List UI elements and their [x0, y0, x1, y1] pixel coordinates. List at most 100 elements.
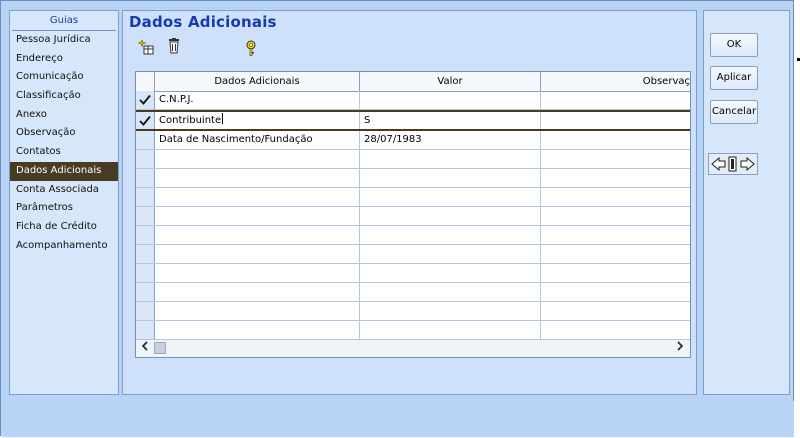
row-indicator [136, 302, 155, 320]
tab-list: Pessoa Jurídica Endereço Comunicação Cla… [10, 31, 118, 255]
tab-acompanhamento[interactable]: Acompanhamento [10, 237, 118, 256]
empty-row[interactable] [136, 188, 690, 207]
row-indicator [136, 150, 155, 168]
scroll-right-button[interactable] [672, 340, 688, 356]
empty-cell[interactable] [360, 207, 541, 225]
cell-dado[interactable]: Data de Nascimento/Fundação [155, 131, 360, 149]
scroll-thumb[interactable] [154, 342, 166, 354]
cell-dado[interactable]: C.N.P.J. [155, 91, 360, 109]
additional-data-grid: Dados Adicionais Valor Observaç C.N.P.J. [135, 71, 691, 358]
ok-button[interactable]: OK [710, 33, 758, 57]
empty-cell[interactable] [360, 188, 541, 206]
tab-ficha-de-credito[interactable]: Ficha de Crédito [10, 218, 118, 237]
empty-cell[interactable] [155, 188, 360, 206]
empty-row[interactable] [136, 169, 690, 188]
column-header-valor[interactable]: Valor [360, 72, 541, 91]
cell-valor[interactable] [360, 91, 541, 109]
trash-icon [169, 38, 179, 54]
empty-cell[interactable] [155, 169, 360, 187]
empty-cell[interactable] [360, 264, 541, 282]
row-indicator [136, 91, 155, 109]
empty-cell[interactable] [155, 226, 360, 244]
help-key-icon [246, 40, 256, 56]
tabs-panel: Guias Pessoa Jurídica Endereço Comunicaç… [9, 10, 119, 395]
row-indicator [136, 112, 155, 129]
row-indicator [136, 226, 155, 244]
empty-cell[interactable] [155, 245, 360, 263]
empty-cell[interactable] [155, 264, 360, 282]
checkmark-icon [139, 115, 151, 126]
checkmark-icon [139, 94, 151, 105]
row-indicator [136, 131, 155, 149]
table-row-selected[interactable]: Contribuinte S [136, 110, 690, 131]
record-navigator[interactable] [708, 153, 758, 175]
empty-cell[interactable] [155, 283, 360, 301]
empty-cell[interactable] [360, 226, 541, 244]
tab-dados-adicionais[interactable]: Dados Adicionais [10, 161, 118, 181]
empty-row[interactable] [136, 321, 690, 340]
tab-conta-associada[interactable]: Conta Associada [10, 181, 118, 200]
cell-valor[interactable]: S [360, 112, 541, 129]
apply-button[interactable]: Aplicar [710, 66, 758, 90]
table-row[interactable]: C.N.P.J. [136, 91, 690, 110]
empty-cell[interactable] [155, 302, 360, 320]
indicator-header [136, 72, 155, 91]
tab-classificacao[interactable]: Classificação [10, 87, 118, 106]
tab-anexo[interactable]: Anexo [10, 106, 118, 125]
scroll-left-button[interactable] [137, 340, 153, 356]
add-record-button[interactable] [137, 38, 155, 56]
empty-row[interactable] [136, 207, 690, 226]
chevron-left-icon [141, 341, 148, 351]
tabs-header: Guias [12, 11, 116, 31]
empty-cell[interactable] [155, 321, 360, 339]
horizontal-scrollbar[interactable] [136, 339, 690, 357]
empty-row[interactable] [136, 283, 690, 302]
chevron-right-icon [677, 341, 684, 351]
empty-row[interactable] [136, 264, 690, 283]
empty-row[interactable] [136, 150, 690, 169]
row-indicator [136, 264, 155, 282]
empty-cell[interactable] [155, 150, 360, 168]
cell-observacao[interactable] [541, 91, 690, 109]
cancel-button[interactable]: Cancelar [710, 100, 758, 124]
status-strip [1, 401, 795, 437]
add-record-icon [138, 39, 154, 55]
empty-cell[interactable] [155, 207, 360, 225]
navigator-arrows-icon [711, 156, 755, 172]
empty-cell[interactable] [360, 169, 541, 187]
row-indicator [136, 245, 155, 263]
empty-cell[interactable] [360, 302, 541, 320]
tab-contatos[interactable]: Contatos [10, 143, 118, 162]
delete-button[interactable] [165, 37, 183, 55]
empty-row[interactable] [136, 302, 690, 321]
grid-header: Dados Adicionais Valor Observaç [136, 72, 690, 92]
cell-observacao[interactable] [541, 131, 690, 149]
empty-cell[interactable] [360, 321, 541, 339]
window: Guias Pessoa Jurídica Endereço Comunicaç… [0, 0, 795, 437]
tab-observacao[interactable]: Observação [10, 124, 118, 143]
help-button[interactable] [242, 39, 260, 57]
column-header-observacao[interactable]: Observaç [541, 72, 690, 91]
table-row[interactable]: Data de Nascimento/Fundação 28/07/1983 [136, 131, 690, 150]
empty-row[interactable] [136, 245, 690, 264]
cell-observacao[interactable] [541, 112, 690, 129]
row-indicator [136, 283, 155, 301]
buttons-panel: OK Aplicar Cancelar [703, 10, 790, 395]
empty-row[interactable] [136, 226, 690, 245]
tab-pessoa-juridica[interactable]: Pessoa Jurídica [10, 31, 118, 50]
empty-cell[interactable] [360, 150, 541, 168]
empty-cell[interactable] [360, 245, 541, 263]
column-header-dados[interactable]: Dados Adicionais [155, 72, 360, 91]
tab-parametros[interactable]: Parâmetros [10, 199, 118, 218]
cell-valor[interactable]: 28/07/1983 [360, 131, 541, 149]
tab-endereco[interactable]: Endereço [10, 50, 118, 69]
cell-dado-editing[interactable]: Contribuinte [155, 112, 360, 129]
main-panel: Dados Adicionais Dados Adicionais Valor … [122, 10, 697, 395]
tab-comunicacao[interactable]: Comunicação [10, 68, 118, 87]
row-indicator [136, 188, 155, 206]
row-indicator [136, 207, 155, 225]
row-indicator [136, 169, 155, 187]
window-edge [794, 0, 800, 438]
row-indicator [136, 321, 155, 339]
empty-cell[interactable] [360, 283, 541, 301]
